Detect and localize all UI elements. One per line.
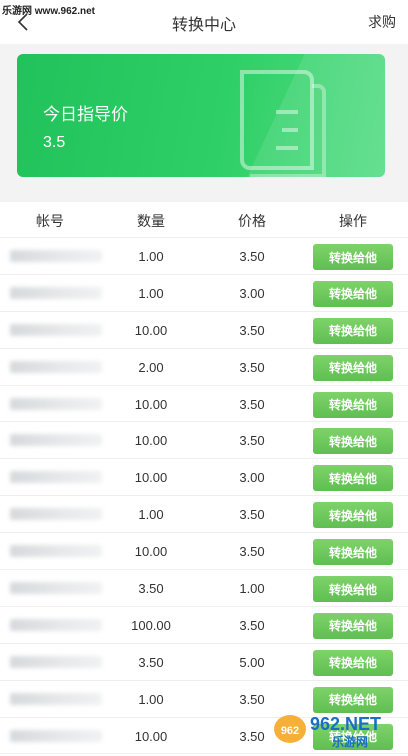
column-quantity: 数量 (137, 213, 165, 229)
price-cell: 5.00 (239, 654, 265, 670)
transfer-button[interactable]: 转换给他 (313, 539, 393, 566)
table-row: 10.00 3.00 转换给他 (0, 459, 408, 497)
price-cell: 3.00 (239, 470, 265, 486)
price-cell: 3.50 (239, 433, 265, 449)
transfer-button[interactable]: 转换给他 (313, 576, 393, 603)
transfer-button[interactable]: 转换给他 (313, 465, 393, 492)
table-row: 1.00 3.50 转换给他 (0, 238, 408, 275)
transfer-button[interactable]: 转换给他 (313, 428, 393, 455)
watermark-sub: 乐游网 (332, 734, 368, 749)
quantity-cell: 100.00 (131, 617, 171, 633)
order-table: 帐号 数量 价格 操作 1.00 3.50 转换给他 1.00 3.00 转换给他 10… (0, 202, 408, 756)
quantity-cell: 10.00 (134, 396, 168, 412)
site-watermark-top: 乐游网 www.962.net (2, 6, 95, 17)
transfer-button[interactable]: 转换给他 (313, 612, 393, 639)
price-cell: 3.50 (239, 691, 265, 707)
account-blurred (10, 618, 102, 631)
column-action: 操作 (339, 213, 367, 229)
table-row: 1.00 3.50 转换给他 (0, 496, 408, 534)
account-blurred (10, 545, 102, 558)
watermark-brand-short: 962 (281, 725, 299, 737)
price-cell: 3.50 (239, 359, 265, 375)
account-blurred (10, 471, 102, 484)
quantity-cell: 10.00 (134, 322, 168, 338)
document-icon (240, 70, 326, 177)
transfer-button[interactable]: 转换给他 (313, 502, 393, 529)
quantity-cell: 10.00 (134, 728, 168, 744)
price-cell: 3.00 (239, 285, 265, 301)
price-cell: 3.50 (239, 544, 265, 560)
guide-price-card: 今日指导价 3.5 (17, 54, 385, 177)
price-cell: 1.00 (239, 581, 265, 597)
account-blurred (10, 434, 102, 447)
table-row: 1.00 3.00 转换给他 (0, 275, 408, 312)
account-blurred (10, 250, 102, 262)
watermark-brand: 962.NET (310, 714, 381, 734)
app-screen: 转换中心 求购 乐游网 www.962.net 今日指导价 3.5 帐号 数量 … (0, 0, 408, 756)
column-account: 帐号 (36, 213, 64, 229)
site-watermark-logo: 962 962.NET 乐游网 (274, 714, 381, 749)
transfer-button[interactable]: 转换给他 (313, 280, 393, 307)
quantity-cell: 3.50 (138, 581, 164, 597)
table-row: 100.00 3.50 转换给他 (0, 607, 408, 644)
account-blurred (10, 508, 102, 521)
transfer-button[interactable]: 转换给他 (313, 354, 393, 381)
table-row: 10.00 3.50 转换给他 (0, 533, 408, 571)
table-row: 3.50 5.00 转换给他 (0, 644, 408, 681)
quantity-cell: 10.00 (134, 470, 168, 486)
table-header: 帐号 数量 价格 操作 (0, 202, 408, 238)
quantity-cell: 3.50 (138, 654, 164, 670)
account-blurred (10, 729, 102, 742)
account-blurred (10, 655, 102, 668)
column-price: 价格 (238, 213, 266, 229)
quantity-cell: 10.00 (134, 544, 168, 560)
account-blurred (10, 360, 102, 373)
account-blurred (10, 692, 102, 705)
account-blurred (10, 397, 102, 410)
transfer-button[interactable]: 转换给他 (313, 649, 393, 676)
transfer-button[interactable]: 转换给他 (313, 244, 393, 270)
price-cell: 3.50 (239, 507, 265, 523)
table-row: 3.50 1.00 转换给他 (0, 570, 408, 607)
account-blurred (10, 323, 102, 336)
price-cell: 3.50 (239, 322, 265, 338)
quantity-cell: 1.00 (138, 507, 164, 523)
price-cell: 3.50 (239, 617, 265, 633)
quantity-cell: 2.00 (138, 359, 164, 375)
quantity-cell: 1.00 (138, 285, 164, 301)
quantity-cell: 1.00 (138, 249, 164, 264)
table-row: 10.00 3.50 转换给他 (0, 422, 408, 460)
table-row: 10.00 3.50 转换给他 (0, 386, 408, 423)
price-cell: 3.50 (239, 249, 265, 264)
table-row: 10.00 3.50 转换给他 (0, 312, 408, 349)
price-cell: 3.50 (239, 396, 265, 412)
account-blurred (10, 582, 102, 595)
transfer-button[interactable]: 转换给他 (313, 317, 393, 344)
transfer-button[interactable]: 转换给他 (313, 391, 393, 418)
buy-request-button[interactable]: 求购 (368, 12, 396, 32)
quantity-cell: 10.00 (134, 433, 168, 449)
table-row: 2.00 3.50 转换给他 (0, 349, 408, 386)
quantity-cell: 1.00 (138, 691, 164, 707)
table-rows: 1.00 3.50 转换给他 1.00 3.00 转换给他 10.00 3.50 转换给他 … (0, 238, 408, 755)
guide-price-label: 今日指导价 (43, 105, 128, 124)
account-blurred (10, 286, 102, 299)
guide-price-value: 3.5 (43, 134, 66, 151)
